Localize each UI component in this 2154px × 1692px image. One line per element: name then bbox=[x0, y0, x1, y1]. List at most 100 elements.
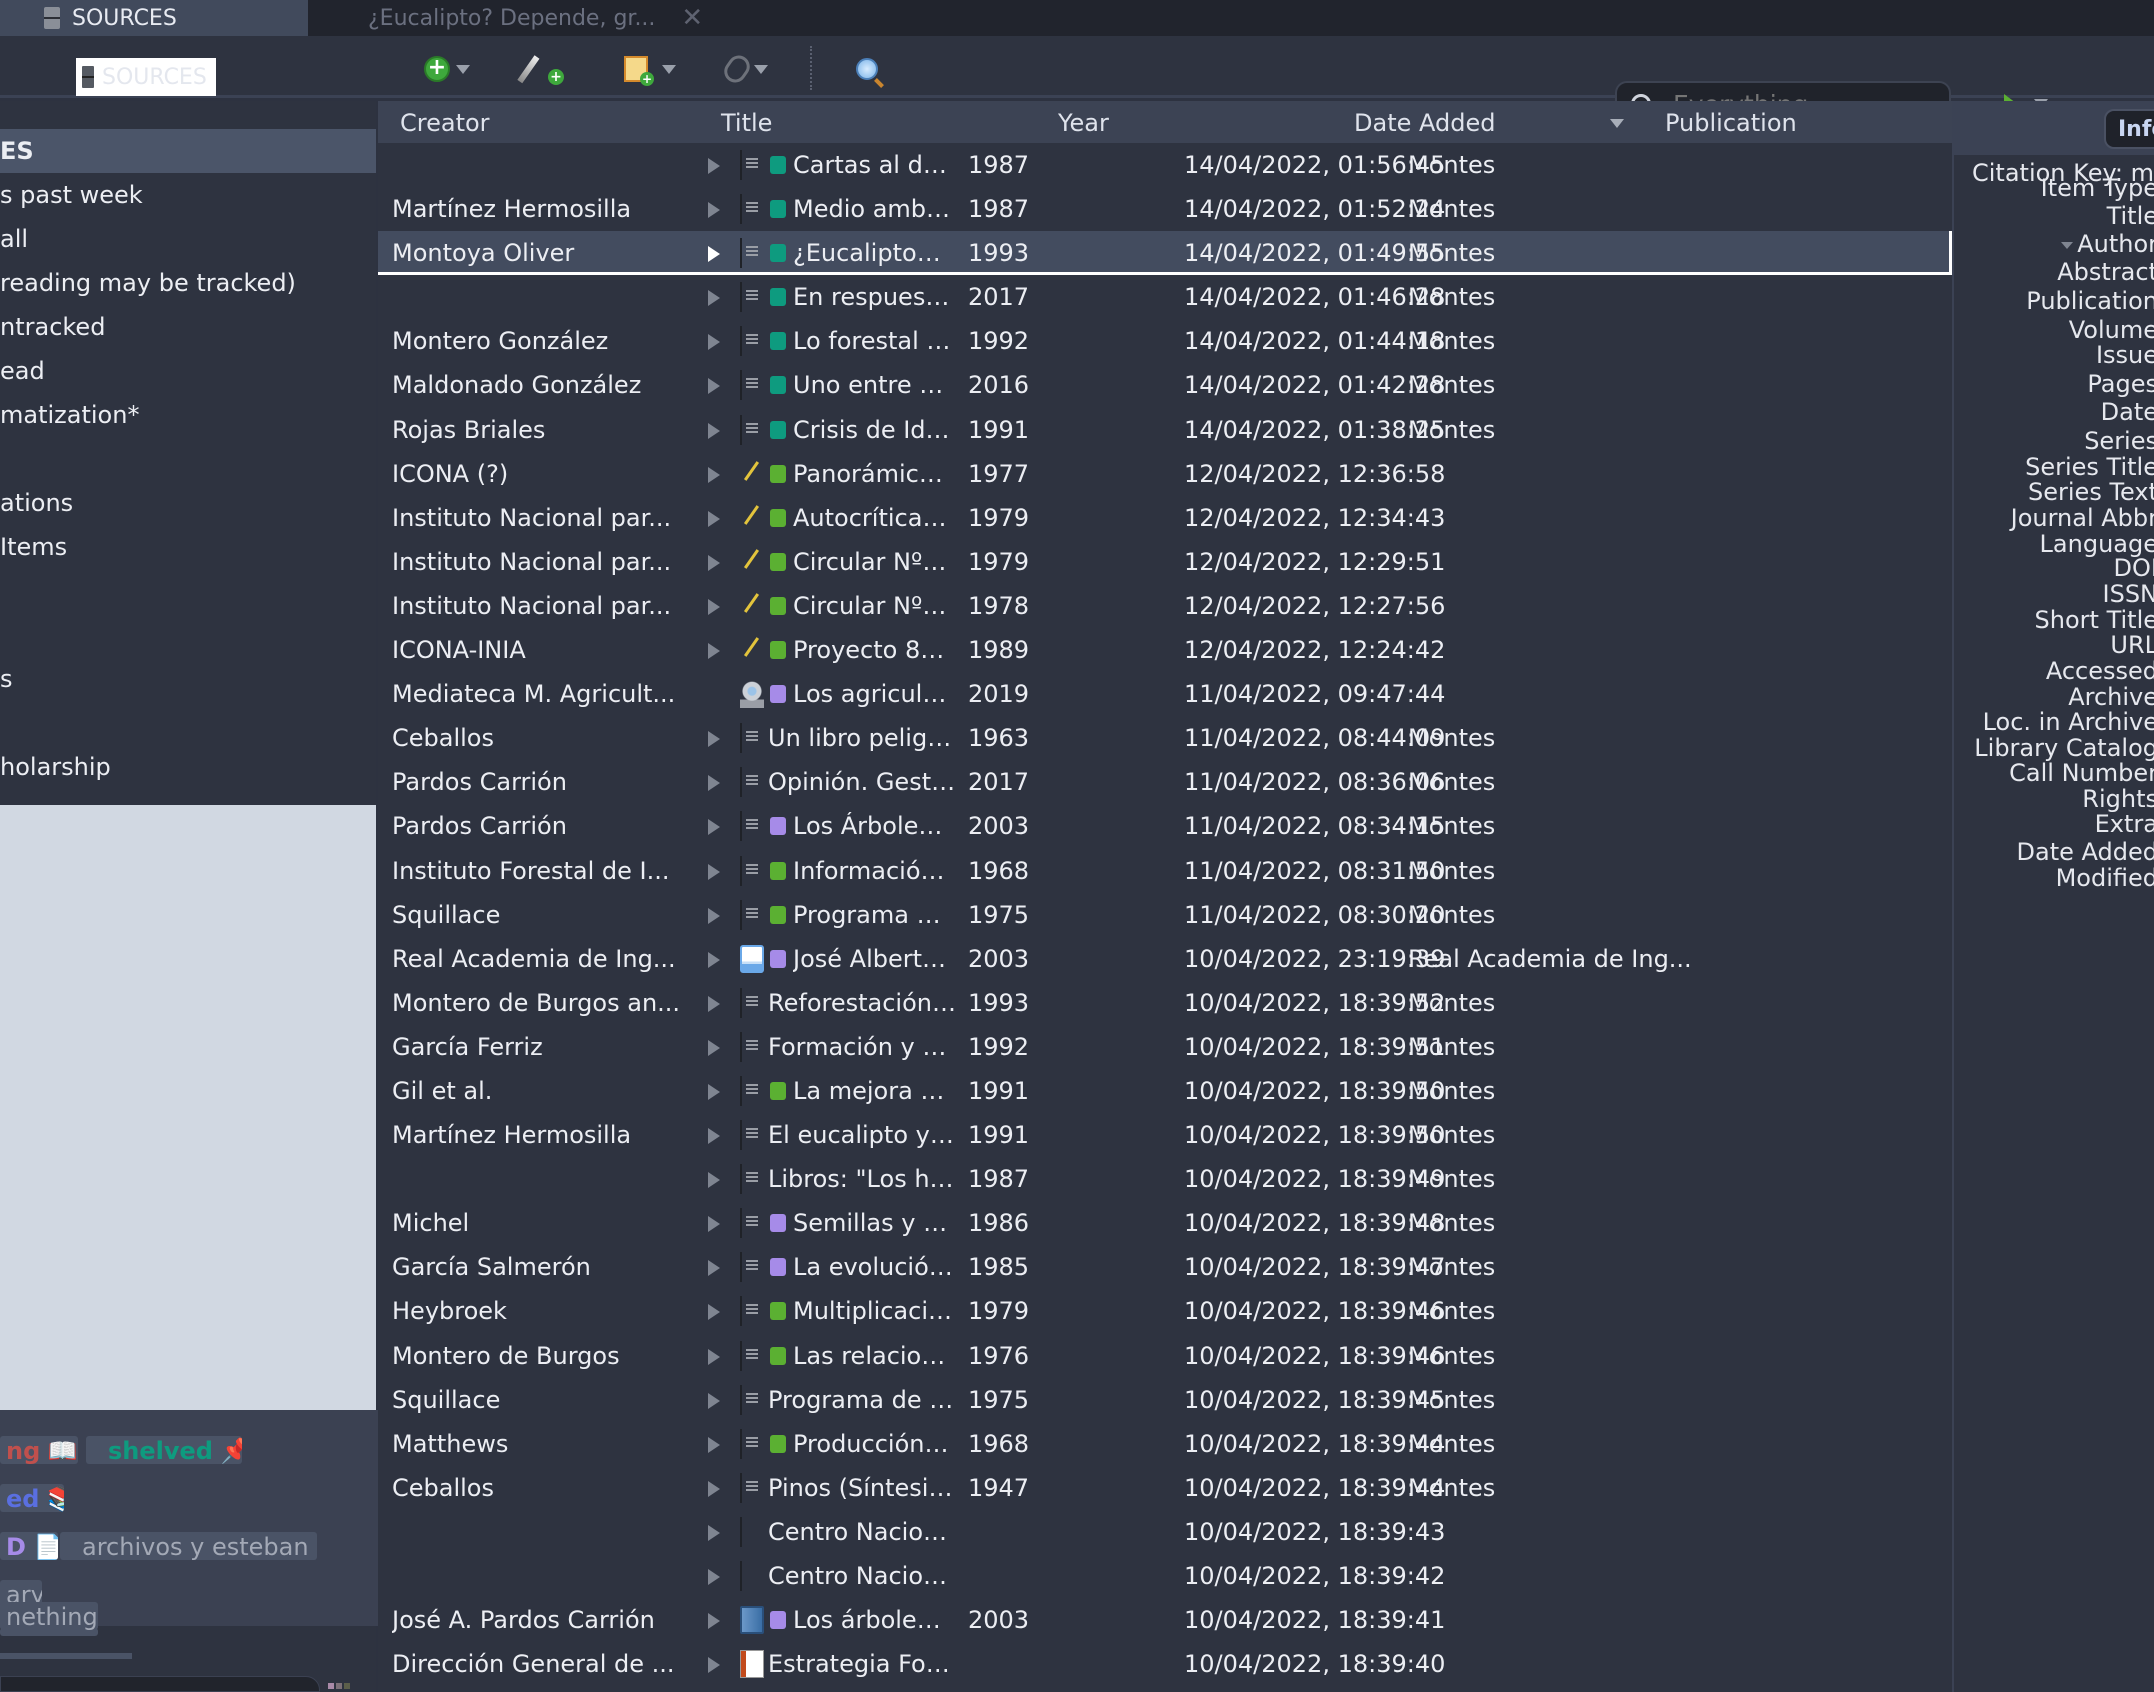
sidebar-item[interactable]: s past week bbox=[0, 173, 376, 217]
tag-pdf[interactable]: D 📄 bbox=[0, 1532, 58, 1560]
tag-something[interactable]: nething bbox=[0, 1602, 98, 1630]
new-note-button[interactable] bbox=[624, 54, 676, 86]
column-header-year[interactable]: Year bbox=[1058, 109, 1109, 137]
table-row[interactable]: García Ferriz Formación y desa... 1992 10/0… bbox=[378, 1025, 1952, 1069]
sidebar-item[interactable]: s bbox=[0, 657, 376, 701]
expand-twisty-icon[interactable] bbox=[708, 510, 720, 527]
tab-library[interactable]: SOURCES bbox=[0, 0, 308, 36]
expand-twisty-icon[interactable] bbox=[708, 1392, 720, 1409]
expand-twisty-icon[interactable] bbox=[708, 775, 720, 792]
table-row[interactable]: Ceballos Pinos (Síntesis bo... 1947 10/04/2… bbox=[378, 1466, 1952, 1510]
table-row[interactable]: Instituto Nacional par... Circular Nº4/19… bbox=[378, 540, 1952, 584]
table-row[interactable]: Martínez Hermosilla Medio ambient... 1987 1… bbox=[378, 187, 1952, 231]
table-row[interactable]: Gil et al. La mejora gené... 1991 10/04/202… bbox=[378, 1069, 1952, 1113]
column-header-creator[interactable]: Creator bbox=[400, 109, 490, 137]
column-header-date-added[interactable]: Date Added bbox=[1354, 109, 1495, 137]
sidebar-item[interactable]: ES bbox=[0, 129, 376, 173]
expand-twisty-icon[interactable] bbox=[708, 1569, 720, 1585]
table-row[interactable]: Centro Nacional ... 10/04/2022, 18:39:43 bbox=[378, 1510, 1952, 1554]
sidebar-item[interactable] bbox=[0, 701, 376, 745]
sidebar-item[interactable]: ntracked bbox=[0, 305, 376, 349]
expand-twisty-icon[interactable] bbox=[708, 598, 720, 615]
table-row[interactable]: Matthews Producción y ce... 1968 10/04/2022… bbox=[378, 1422, 1952, 1466]
tag-filter-input[interactable] bbox=[0, 1676, 320, 1692]
expand-twisty-icon[interactable] bbox=[708, 1172, 720, 1189]
sidebar-item[interactable]: ead bbox=[0, 349, 376, 393]
table-row[interactable]: Montero González Lo forestal no e... 1992 1… bbox=[378, 319, 1952, 363]
table-row[interactable]: En respuesta a ... 2017 14/04/2022, 01:46:… bbox=[378, 275, 1952, 319]
table-row[interactable]: Michel Semillas y Plant... 1986 10/04/2022,… bbox=[378, 1201, 1952, 1245]
expand-twisty-icon[interactable] bbox=[708, 290, 720, 307]
sidebar-item[interactable] bbox=[0, 613, 376, 657]
expand-twisty-icon[interactable] bbox=[708, 378, 720, 395]
expand-twisty-icon[interactable] bbox=[708, 995, 720, 1012]
table-row[interactable]: Maldonado González Uno entre siete ... 201… bbox=[378, 363, 1952, 407]
sidebar-item[interactable]: ations bbox=[0, 481, 376, 525]
library-button[interactable]: SOURCES bbox=[76, 58, 216, 96]
swatch[interactable] bbox=[328, 1683, 334, 1689]
expand-twisty-icon[interactable] bbox=[708, 1524, 720, 1541]
table-row[interactable]: Pardos Carrión Los Árboles, pr... 2003 11/0… bbox=[378, 804, 1952, 848]
table-row[interactable]: ICONA-INIA Proyecto 8600 "... 1989 12/04/20… bbox=[378, 628, 1952, 672]
tag-reading[interactable]: ng 📖 bbox=[0, 1436, 78, 1464]
expand-twisty-icon[interactable] bbox=[708, 951, 720, 968]
expand-twisty-icon[interactable] bbox=[708, 731, 720, 748]
table-row[interactable]: Instituto Forestal de I... Información de… bbox=[378, 849, 1952, 893]
column-header-publication[interactable]: Publication bbox=[1665, 109, 1797, 137]
sidebar-item[interactable]: holarship bbox=[0, 745, 376, 789]
table-row[interactable]: Real Academia de Ing... José Alberto Par.… bbox=[378, 937, 1952, 981]
collapse-creators-icon[interactable] bbox=[2061, 241, 2074, 249]
expand-twisty-icon[interactable] bbox=[708, 422, 720, 439]
expand-twisty-icon[interactable] bbox=[708, 1216, 720, 1233]
add-by-identifier-button[interactable] bbox=[530, 54, 564, 85]
table-row[interactable]: Ceballos Un libro peligroso 1963 11/04/2022… bbox=[378, 716, 1952, 760]
table-row[interactable]: Squillace Programa de de... 1975 11/04/2022… bbox=[378, 893, 1952, 937]
table-row[interactable]: Pardos Carrión Opinión. Gestión ... 2017 11… bbox=[378, 760, 1952, 804]
table-row[interactable]: José A. Pardos Carrión Los árboles, pr...… bbox=[378, 1598, 1952, 1642]
table-row[interactable]: Montero de Burgos an... Reforestación y B… bbox=[378, 981, 1952, 1025]
tag-shelved[interactable]: shelved 📌 bbox=[86, 1436, 242, 1464]
table-row[interactable]: Montoya Oliver ¿Eucalipto? Dep... 1993 14/0… bbox=[378, 231, 1952, 276]
close-tab-icon[interactable]: ✕ bbox=[681, 3, 703, 33]
expand-twisty-icon[interactable] bbox=[708, 202, 720, 219]
table-row[interactable]: Dirección General de ... Estrategia Fores… bbox=[378, 1642, 1952, 1686]
expand-twisty-icon[interactable] bbox=[708, 334, 720, 351]
swatch[interactable] bbox=[336, 1683, 342, 1689]
table-row[interactable]: Heybroek Multiplicación y... 1979 10/04/202… bbox=[378, 1289, 1952, 1333]
table-row[interactable]: Squillace Programa de desa... 1975 10/04/20… bbox=[378, 1378, 1952, 1422]
table-row[interactable]: Mediateca M. Agricult... Los agricultores… bbox=[378, 672, 1952, 716]
expand-twisty-icon[interactable] bbox=[708, 1348, 720, 1365]
sidebar-item[interactable]: all bbox=[0, 217, 376, 261]
expand-twisty-icon[interactable] bbox=[708, 1480, 720, 1497]
table-row[interactable]: Cartas al director 1987 14/04/2022, 01:56:… bbox=[378, 143, 1952, 187]
sidebar-item[interactable]: matization* bbox=[0, 393, 376, 437]
table-row[interactable]: Rojas Briales Crisis de Identi... 1991 14/0… bbox=[378, 408, 1952, 452]
expand-twisty-icon[interactable] bbox=[708, 907, 720, 924]
expand-twisty-icon[interactable] bbox=[708, 1613, 720, 1630]
swatch[interactable] bbox=[344, 1683, 350, 1689]
table-row[interactable]: Instituto Nacional par... Circular Nº11/1… bbox=[378, 584, 1952, 628]
table-row[interactable]: Montero de Burgos Las relaciones c... 1976… bbox=[378, 1334, 1952, 1378]
table-row[interactable]: Instituto Nacional par... Autocrítica del… bbox=[378, 496, 1952, 540]
table-row[interactable]: ICONA (?) Panorámica crit... 1977 12/04/202… bbox=[378, 452, 1952, 496]
sidebar-item[interactable]: reading may be tracked) bbox=[0, 261, 376, 305]
expand-twisty-icon[interactable] bbox=[708, 158, 720, 174]
expand-twisty-icon[interactable] bbox=[708, 1128, 720, 1145]
new-item-button[interactable]: + bbox=[424, 54, 470, 84]
table-row[interactable]: Centro Nacional ... 10/04/2022, 18:39:42 bbox=[378, 1554, 1952, 1598]
sidebar-item[interactable] bbox=[0, 437, 376, 481]
tab-document[interactable]: ¿Eucalipto? Depende, gr... ✕ bbox=[308, 0, 708, 36]
sidebar-item[interactable] bbox=[0, 569, 376, 613]
expand-twisty-icon[interactable] bbox=[708, 1083, 720, 1100]
tab-info[interactable]: Info bbox=[2104, 109, 2154, 149]
expand-twisty-icon[interactable] bbox=[708, 1304, 720, 1321]
sidebar-item[interactable]: Items bbox=[0, 525, 376, 569]
tag-read[interactable]: ed 📚 bbox=[0, 1484, 64, 1512]
advanced-search-button[interactable] bbox=[856, 54, 878, 84]
expand-twisty-icon[interactable] bbox=[708, 1436, 720, 1453]
expand-twisty-icon[interactable] bbox=[708, 466, 720, 483]
expand-twisty-icon[interactable] bbox=[708, 863, 720, 880]
expand-twisty-icon[interactable] bbox=[708, 1657, 720, 1674]
column-header-title[interactable]: Title bbox=[721, 109, 772, 137]
expand-twisty-icon[interactable] bbox=[708, 554, 720, 571]
